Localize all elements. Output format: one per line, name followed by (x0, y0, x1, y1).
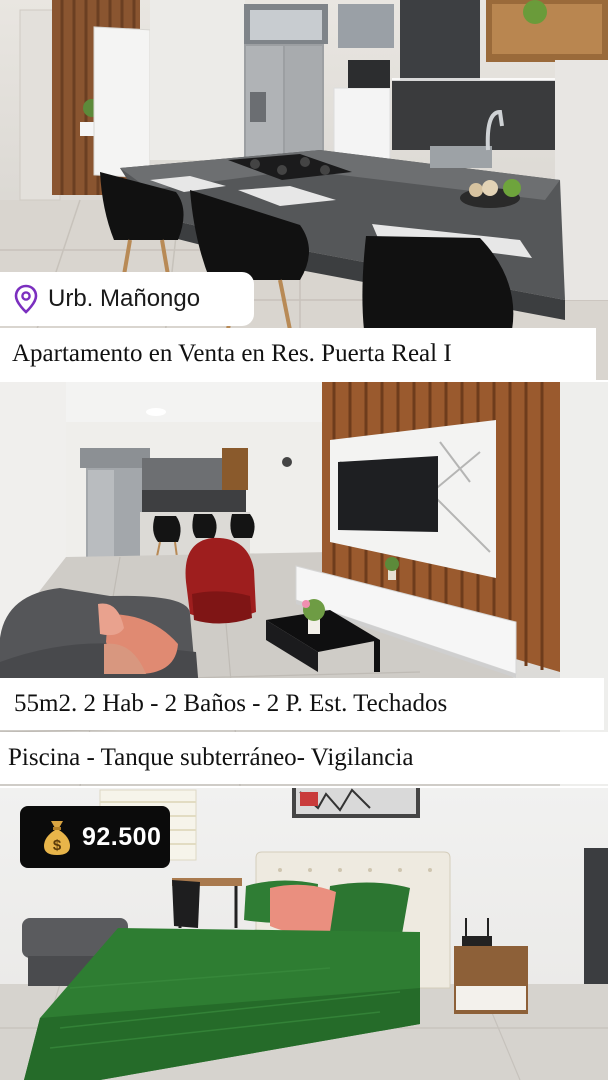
listing-amenities: Piscina - Tanque subterráneo- Vigilancia (0, 732, 608, 784)
price-amount: 92.500 (82, 822, 162, 851)
money-bag-icon: $ (42, 817, 72, 857)
bedroom-photo: $ 92.500 (0, 788, 608, 1080)
map-pin-icon (14, 284, 38, 314)
kitchen-photo: Urb. Mañongo Apartamento en Venta en Res… (0, 0, 608, 380)
svg-text:$: $ (53, 837, 62, 854)
price-badge: $ 92.500 (20, 806, 170, 868)
location-label: Urb. Mañongo (48, 285, 201, 312)
listing-specs: 55m2. 2 Hab - 2 Baños - 2 P. Est. Techad… (0, 678, 604, 730)
location-badge: Urb. Mañongo (0, 272, 254, 326)
listing-title: Apartamento en Venta en Res. Puerta Real… (0, 328, 596, 380)
living-room-photo: 55m2. 2 Hab - 2 Baños - 2 P. Est. Techad… (0, 382, 608, 786)
